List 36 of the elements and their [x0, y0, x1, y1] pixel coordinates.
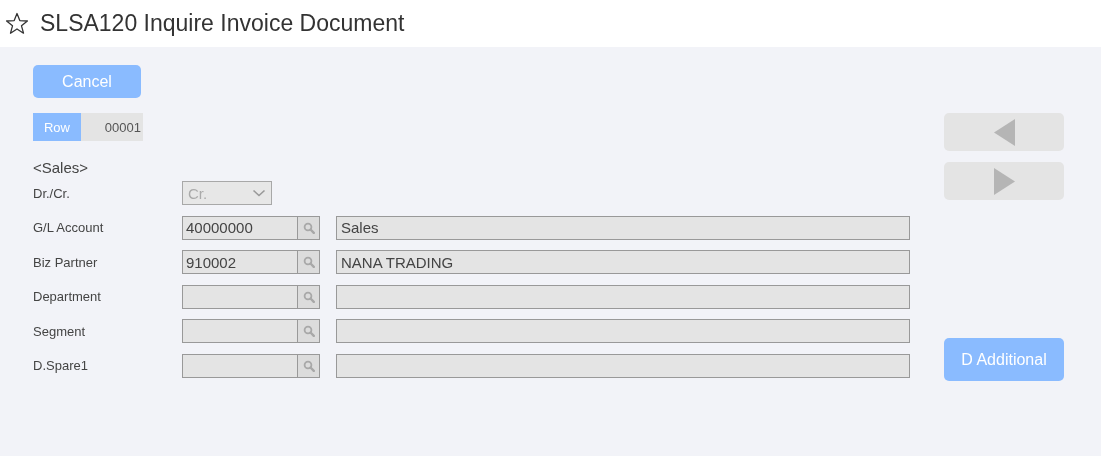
- search-button[interactable]: [297, 250, 320, 274]
- field-label: Department: [33, 289, 102, 304]
- search-button[interactable]: [297, 215, 320, 240]
- star-icon[interactable]: [5, 12, 29, 35]
- code-field[interactable]: 40000000: [182, 215, 297, 240]
- field-label: Dr./Cr.: [33, 185, 71, 201]
- search-button[interactable]: [297, 353, 320, 378]
- field-label: D.Spare1: [33, 358, 89, 373]
- field-label: Biz Partner: [33, 254, 99, 270]
- search-icon: [302, 359, 315, 372]
- field-label: G/L Account: [33, 220, 105, 235]
- search-button[interactable]: [297, 319, 320, 343]
- code-field[interactable]: [182, 284, 297, 309]
- additional-button[interactable]: D Additional: [944, 338, 1064, 381]
- name-field: Sales: [336, 215, 910, 240]
- search-icon: [302, 221, 315, 234]
- page-title: SLSA120 Inquire Invoice Document: [40, 10, 405, 37]
- code-field[interactable]: [182, 319, 297, 343]
- row-label: Row: [33, 113, 81, 141]
- name-field: NANA TRADING: [336, 250, 910, 274]
- left-triangle-icon: [993, 118, 1015, 146]
- field-label: Segment: [33, 323, 87, 339]
- right-triangle-icon: [993, 167, 1015, 195]
- chevron-icon: [252, 189, 266, 197]
- search-button[interactable]: [297, 284, 320, 309]
- code-field[interactable]: 910002: [182, 250, 297, 274]
- search-icon: [302, 290, 315, 303]
- dropdown[interactable]: Cr.: [182, 181, 272, 205]
- cancel-button[interactable]: Cancel: [33, 65, 141, 98]
- code-field[interactable]: [182, 353, 297, 378]
- previous-button[interactable]: [944, 113, 1064, 151]
- next-button[interactable]: [944, 162, 1064, 200]
- section-title: <Sales>: [33, 159, 90, 177]
- search-icon: [302, 325, 315, 337]
- row-number: 00001: [81, 113, 143, 141]
- search-icon: [302, 256, 315, 268]
